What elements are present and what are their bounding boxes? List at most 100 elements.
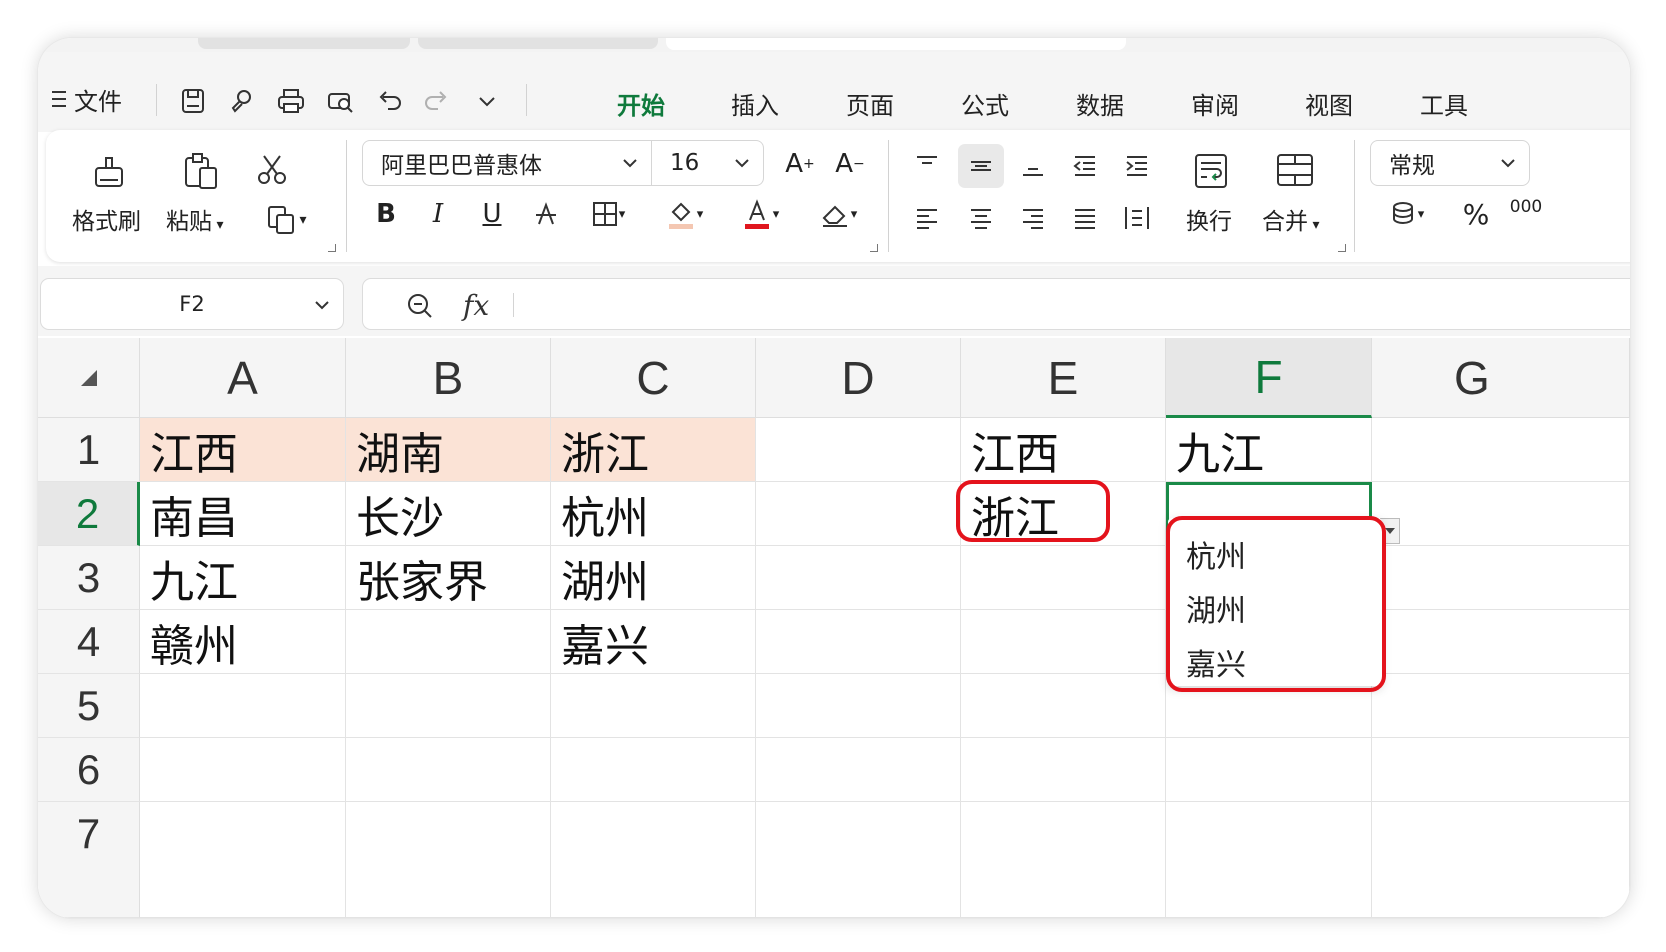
cell-c5[interactable] (551, 674, 756, 738)
cell-b3[interactable]: 张家界 (346, 546, 551, 610)
align-center-icon[interactable] (958, 196, 1004, 240)
tab-data[interactable]: 数据 (1065, 86, 1135, 121)
cell-d3[interactable] (756, 546, 961, 610)
increase-indent-icon[interactable] (1114, 144, 1160, 188)
italic-button[interactable]: I (420, 194, 456, 234)
format-painter-icon[interactable] (86, 148, 132, 194)
clear-format-button[interactable]: ▾ (806, 194, 870, 234)
cell-a7[interactable] (140, 802, 346, 918)
cell-a5[interactable] (140, 674, 346, 738)
cell-a3[interactable]: 九江 (140, 546, 346, 610)
cell-g5[interactable] (1372, 674, 1630, 738)
zoom-icon[interactable] (405, 291, 435, 321)
cell-b4[interactable] (346, 610, 551, 674)
cell-d6[interactable] (756, 738, 961, 802)
cell-d4[interactable] (756, 610, 961, 674)
wrap-text-label[interactable]: 换行 (1186, 202, 1232, 236)
row-header-7[interactable]: 7 (38, 802, 140, 918)
align-right-icon[interactable] (1010, 196, 1056, 240)
align-bottom-icon[interactable] (1010, 144, 1056, 188)
font-color-button[interactable]: ▾ (730, 194, 790, 234)
cell-g1[interactable] (1372, 418, 1630, 482)
row-header-3[interactable]: 3 (38, 546, 140, 610)
merge-cells-icon[interactable] (1272, 148, 1318, 194)
cell-c3[interactable]: 湖州 (551, 546, 756, 610)
cell-e1[interactable]: 江西 (961, 418, 1166, 482)
cell-d1[interactable] (756, 418, 961, 482)
print-preview-icon[interactable] (324, 84, 358, 118)
tab-tools[interactable]: 工具 (1409, 86, 1479, 121)
format-painter-label[interactable]: 格式刷 (72, 202, 141, 236)
align-top-icon[interactable] (904, 144, 950, 188)
number-format-select[interactable]: 常规 (1370, 140, 1530, 186)
tab-home[interactable]: 开始 (606, 86, 676, 121)
cell-e7[interactable] (961, 802, 1166, 918)
row-header-4[interactable]: 4 (38, 610, 140, 674)
cell-e4[interactable] (961, 610, 1166, 674)
browser-tab[interactable] (198, 38, 410, 49)
tab-page[interactable]: 页面 (835, 86, 905, 121)
cell-f7[interactable] (1166, 802, 1372, 918)
cell-a6[interactable] (140, 738, 346, 802)
cell-a2[interactable]: 南昌 (140, 482, 346, 546)
decrease-indent-icon[interactable] (1062, 144, 1108, 188)
paste-button[interactable]: 粘贴 ▾ (166, 202, 223, 236)
currency-button[interactable]: ▾ (1376, 194, 1436, 234)
cell-c4[interactable]: 嘉兴 (551, 610, 756, 674)
column-header-a[interactable]: A (140, 338, 346, 418)
paste-icon[interactable] (178, 148, 224, 194)
cell-g2[interactable] (1372, 482, 1630, 546)
tab-insert[interactable]: 插入 (720, 86, 790, 121)
cell-g7[interactable] (1372, 802, 1630, 918)
cell-b7[interactable] (346, 802, 551, 918)
tab-formula[interactable]: 公式 (950, 86, 1020, 121)
wrap-text-icon[interactable] (1188, 148, 1234, 194)
clipboard-group-launcher-icon[interactable] (328, 244, 336, 252)
strikethrough-icon[interactable] (528, 194, 564, 234)
undo-icon[interactable] (372, 84, 406, 118)
cell-b6[interactable] (346, 738, 551, 802)
cell-g4[interactable] (1372, 610, 1630, 674)
justify-icon[interactable] (1062, 196, 1108, 240)
fill-color-button[interactable]: ▾ (654, 194, 714, 234)
cell-c7[interactable] (551, 802, 756, 918)
cell-g6[interactable] (1372, 738, 1630, 802)
redo-icon[interactable] (420, 84, 454, 118)
column-header-f[interactable]: F (1166, 338, 1372, 418)
cell-e5[interactable] (961, 674, 1166, 738)
copy-button[interactable]: ▾ (256, 202, 316, 238)
save-icon[interactable] (176, 84, 210, 118)
font-name-select[interactable]: 阿里巴巴普惠体 (362, 140, 652, 186)
file-menu-button[interactable]: 文件 (52, 82, 122, 116)
font-group-launcher-icon[interactable] (870, 244, 878, 252)
cell-c2[interactable]: 杭州 (551, 482, 756, 546)
select-all-corner[interactable] (38, 338, 140, 418)
cell-a1[interactable]: 江西 (140, 418, 346, 482)
cell-d5[interactable] (756, 674, 961, 738)
browser-tab-active[interactable] (666, 38, 1126, 50)
row-header-2[interactable]: 2 (38, 482, 140, 546)
row-header-1[interactable]: 1 (38, 418, 140, 482)
cell-e6[interactable] (961, 738, 1166, 802)
cell-a4[interactable]: 赣州 (140, 610, 346, 674)
underline-button[interactable]: U (474, 194, 510, 234)
cell-c1[interactable]: 浙江 (551, 418, 756, 482)
scissors-icon[interactable] (252, 150, 292, 190)
thousands-separator-button[interactable]: 000 (1506, 192, 1546, 222)
cell-g3[interactable] (1372, 546, 1630, 610)
print-icon[interactable] (274, 84, 308, 118)
column-header-c[interactable]: C (551, 338, 756, 418)
percent-button[interactable]: % (1456, 194, 1496, 234)
brush-icon[interactable] (224, 84, 258, 118)
cell-d7[interactable] (756, 802, 961, 918)
chevron-down-icon[interactable] (470, 84, 504, 118)
borders-button[interactable]: ▾ (578, 194, 638, 234)
row-header-5[interactable]: 5 (38, 674, 140, 738)
align-middle-icon[interactable] (958, 144, 1004, 188)
column-header-g[interactable]: G (1372, 338, 1630, 418)
align-left-icon[interactable] (904, 196, 950, 240)
name-box[interactable]: F2 (40, 278, 344, 330)
cell-b2[interactable]: 长沙 (346, 482, 551, 546)
cell-f6[interactable] (1166, 738, 1372, 802)
distribute-icon[interactable] (1114, 196, 1160, 240)
